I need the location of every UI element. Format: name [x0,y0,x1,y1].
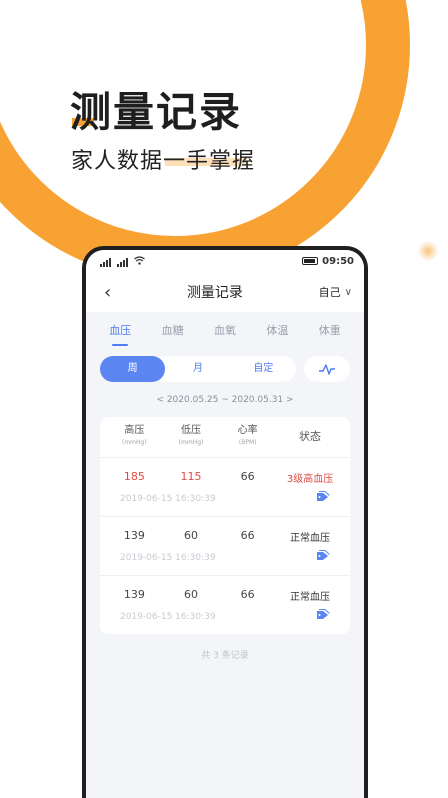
signal-icon [100,257,111,267]
segment-custom[interactable]: 自定 [231,356,296,382]
decorative-orange-dot [418,240,438,262]
segment-week[interactable]: 周 [100,356,166,382]
trend-line-icon [319,364,335,375]
tab-blood-pressure[interactable]: 血压 [109,322,131,346]
heart-rate-value: 66 [240,588,255,601]
profile-label: 自己 [318,286,341,299]
records-table: 高压 (mmHg) 低压 (mmHg) 心率 (BPM) 状态 185 115 66 … [100,417,350,634]
signal-indicators [100,255,145,267]
systolic-value: 139 [123,588,145,601]
period-segmented-control: 周 月 自定 [100,356,296,382]
record-timestamp: 2019-06-15 16:30:39 [120,552,216,563]
segment-month[interactable]: 月 [165,356,230,382]
tab-blood-sugar[interactable]: 血糖 [162,322,184,346]
heart-rate-value: 66 [240,470,255,483]
diastolic-value: 60 [184,588,198,601]
record-count: 共 3 条记录 [201,651,249,661]
status-bar: 09:50 [86,250,364,272]
phone-frame: 09:50 ‹ 测量记录 自己 ∨ 血压 血糖 血氧 体温 体重 周 月 自定 … [82,246,368,798]
app-store-screenshot: 测量记录 家人数据一手掌握 09:50 ‹ 测量记录 自己 ∨ 血压 血糖 血氧… [0,0,448,798]
status-time: 09:50 [322,255,354,267]
header-heart-rate: 心率 (BPM) [237,425,258,446]
tab-weight[interactable]: 体重 [319,322,341,346]
table-header: 高压 (mmHg) 低压 (mmHg) 心率 (BPM) 状态 [100,417,350,458]
tag-icon[interactable] [316,609,330,624]
table-row[interactable]: 139 60 66 正常血压 2019-06-15 16:30:39 [100,517,350,576]
heart-rate-value: 66 [240,529,255,542]
record-timestamp: 2019-06-15 16:30:39 [120,611,216,622]
hero-title: 测量记录 [70,88,242,136]
table-row[interactable]: 185 115 66 3级高血压 2019-06-15 16:30:39 [100,458,350,517]
signal-icon-2 [117,257,128,267]
systolic-value: 185 [123,470,145,483]
header-diastolic: 低压 (mmHg) [178,425,204,446]
period-controls: 周 月 自定 [86,346,364,382]
header-status: 状态 [299,430,322,443]
status-badge: 正常血压 [290,533,331,544]
trend-chart-button[interactable] [304,356,350,382]
status-badge: 正常血压 [290,592,331,603]
tag-icon[interactable] [316,550,330,565]
tag-icon[interactable] [316,491,330,506]
tab-temperature[interactable]: 体温 [266,322,288,346]
phone-screen: 09:50 ‹ 测量记录 自己 ∨ 血压 血糖 血氧 体温 体重 周 月 自定 … [86,250,364,798]
back-chevron-icon[interactable]: ‹ [104,282,111,303]
diastolic-value: 115 [180,470,202,483]
record-timestamp: 2019-06-15 16:30:39 [120,493,216,504]
battery-icon [302,257,319,265]
header-systolic: 高压 (mmHg) [121,425,147,446]
measurement-tabs: 血压 血糖 血氧 体温 体重 [86,312,364,346]
nav-bar: ‹ 测量记录 自己 ∨ [86,272,364,312]
wifi-icon [134,255,145,267]
diastolic-value: 60 [184,529,198,542]
systolic-value: 139 [123,529,145,542]
date-range-selector[interactable]: < 2020.05.25 ~ 2020.05.31 > [86,382,364,405]
table-row[interactable]: 139 60 66 正常血压 2019-06-15 16:30:39 [100,576,350,634]
hero-subtitle: 家人数据一手掌握 [71,149,256,174]
status-badge: 3级高血压 [286,474,334,485]
tab-blood-oxygen[interactable]: 血氧 [214,322,236,346]
chevron-down-icon: ∨ [344,286,352,298]
status-right: 09:50 [302,256,354,267]
profile-selector[interactable]: 自己 ∨ [319,284,352,300]
page-title: 测量记录 [186,285,243,301]
decorative-orange-ring [0,0,410,280]
